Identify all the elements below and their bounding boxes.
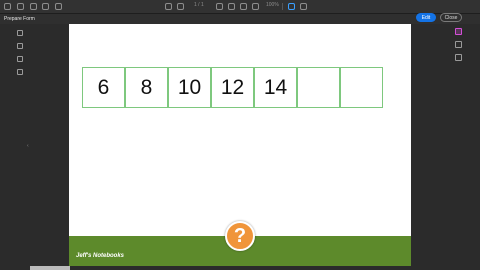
brand-label: Jeff's Notebooks: [76, 253, 124, 259]
zoom-out-icon[interactable]: [240, 3, 247, 10]
edit-pdf-icon[interactable]: [455, 41, 462, 48]
document-page: 6 8 10 12 14 Jeff's Notebooks ?: [69, 24, 411, 266]
sequence-box-empty[interactable]: [297, 67, 340, 108]
print-icon[interactable]: [42, 3, 49, 10]
select-tool-icon[interactable]: [216, 3, 223, 10]
number-sequence: 6 8 10 12 14: [82, 67, 383, 108]
divider: [282, 3, 283, 10]
upload-icon[interactable]: [30, 3, 37, 10]
star-icon[interactable]: [17, 3, 24, 10]
hand-tool-icon[interactable]: [228, 3, 235, 10]
search-icon[interactable]: [55, 3, 62, 10]
status-bar: [30, 266, 70, 270]
left-rail: [12, 26, 32, 266]
sequence-box: 10: [168, 67, 211, 108]
highlight-icon[interactable]: [288, 3, 295, 10]
prepare-form-icon[interactable]: [455, 28, 462, 35]
attachment-icon[interactable]: [17, 56, 23, 62]
sequence-box: 12: [211, 67, 254, 108]
collapse-left-panel-icon[interactable]: ‹: [27, 143, 29, 149]
question-mark-icon[interactable]: ?: [225, 221, 255, 251]
comment-icon[interactable]: [300, 3, 307, 10]
tool-bar: [0, 14, 480, 24]
sequence-box: 8: [125, 67, 168, 108]
page-up-icon[interactable]: [165, 3, 172, 10]
app-toolbar: 1 / 1 100%: [0, 0, 480, 14]
sequence-box: 6: [82, 67, 125, 108]
menu-icon[interactable]: [4, 3, 11, 10]
layers-icon[interactable]: [17, 69, 23, 75]
sequence-box-empty[interactable]: [340, 67, 383, 108]
bookmark-icon[interactable]: [17, 43, 23, 49]
right-rail: [448, 24, 468, 270]
page-down-icon[interactable]: [177, 3, 184, 10]
thumbnails-icon[interactable]: [17, 30, 23, 36]
zoom-level[interactable]: 100%: [266, 2, 279, 8]
page-indicator[interactable]: 1 / 1: [194, 2, 204, 8]
close-button[interactable]: Close: [440, 13, 462, 22]
zoom-in-icon[interactable]: [252, 3, 259, 10]
sequence-box: 14: [254, 67, 297, 108]
fill-sign-icon[interactable]: [455, 54, 462, 61]
tool-name: Prepare Form: [4, 16, 35, 22]
edit-button[interactable]: Edit: [416, 13, 436, 22]
